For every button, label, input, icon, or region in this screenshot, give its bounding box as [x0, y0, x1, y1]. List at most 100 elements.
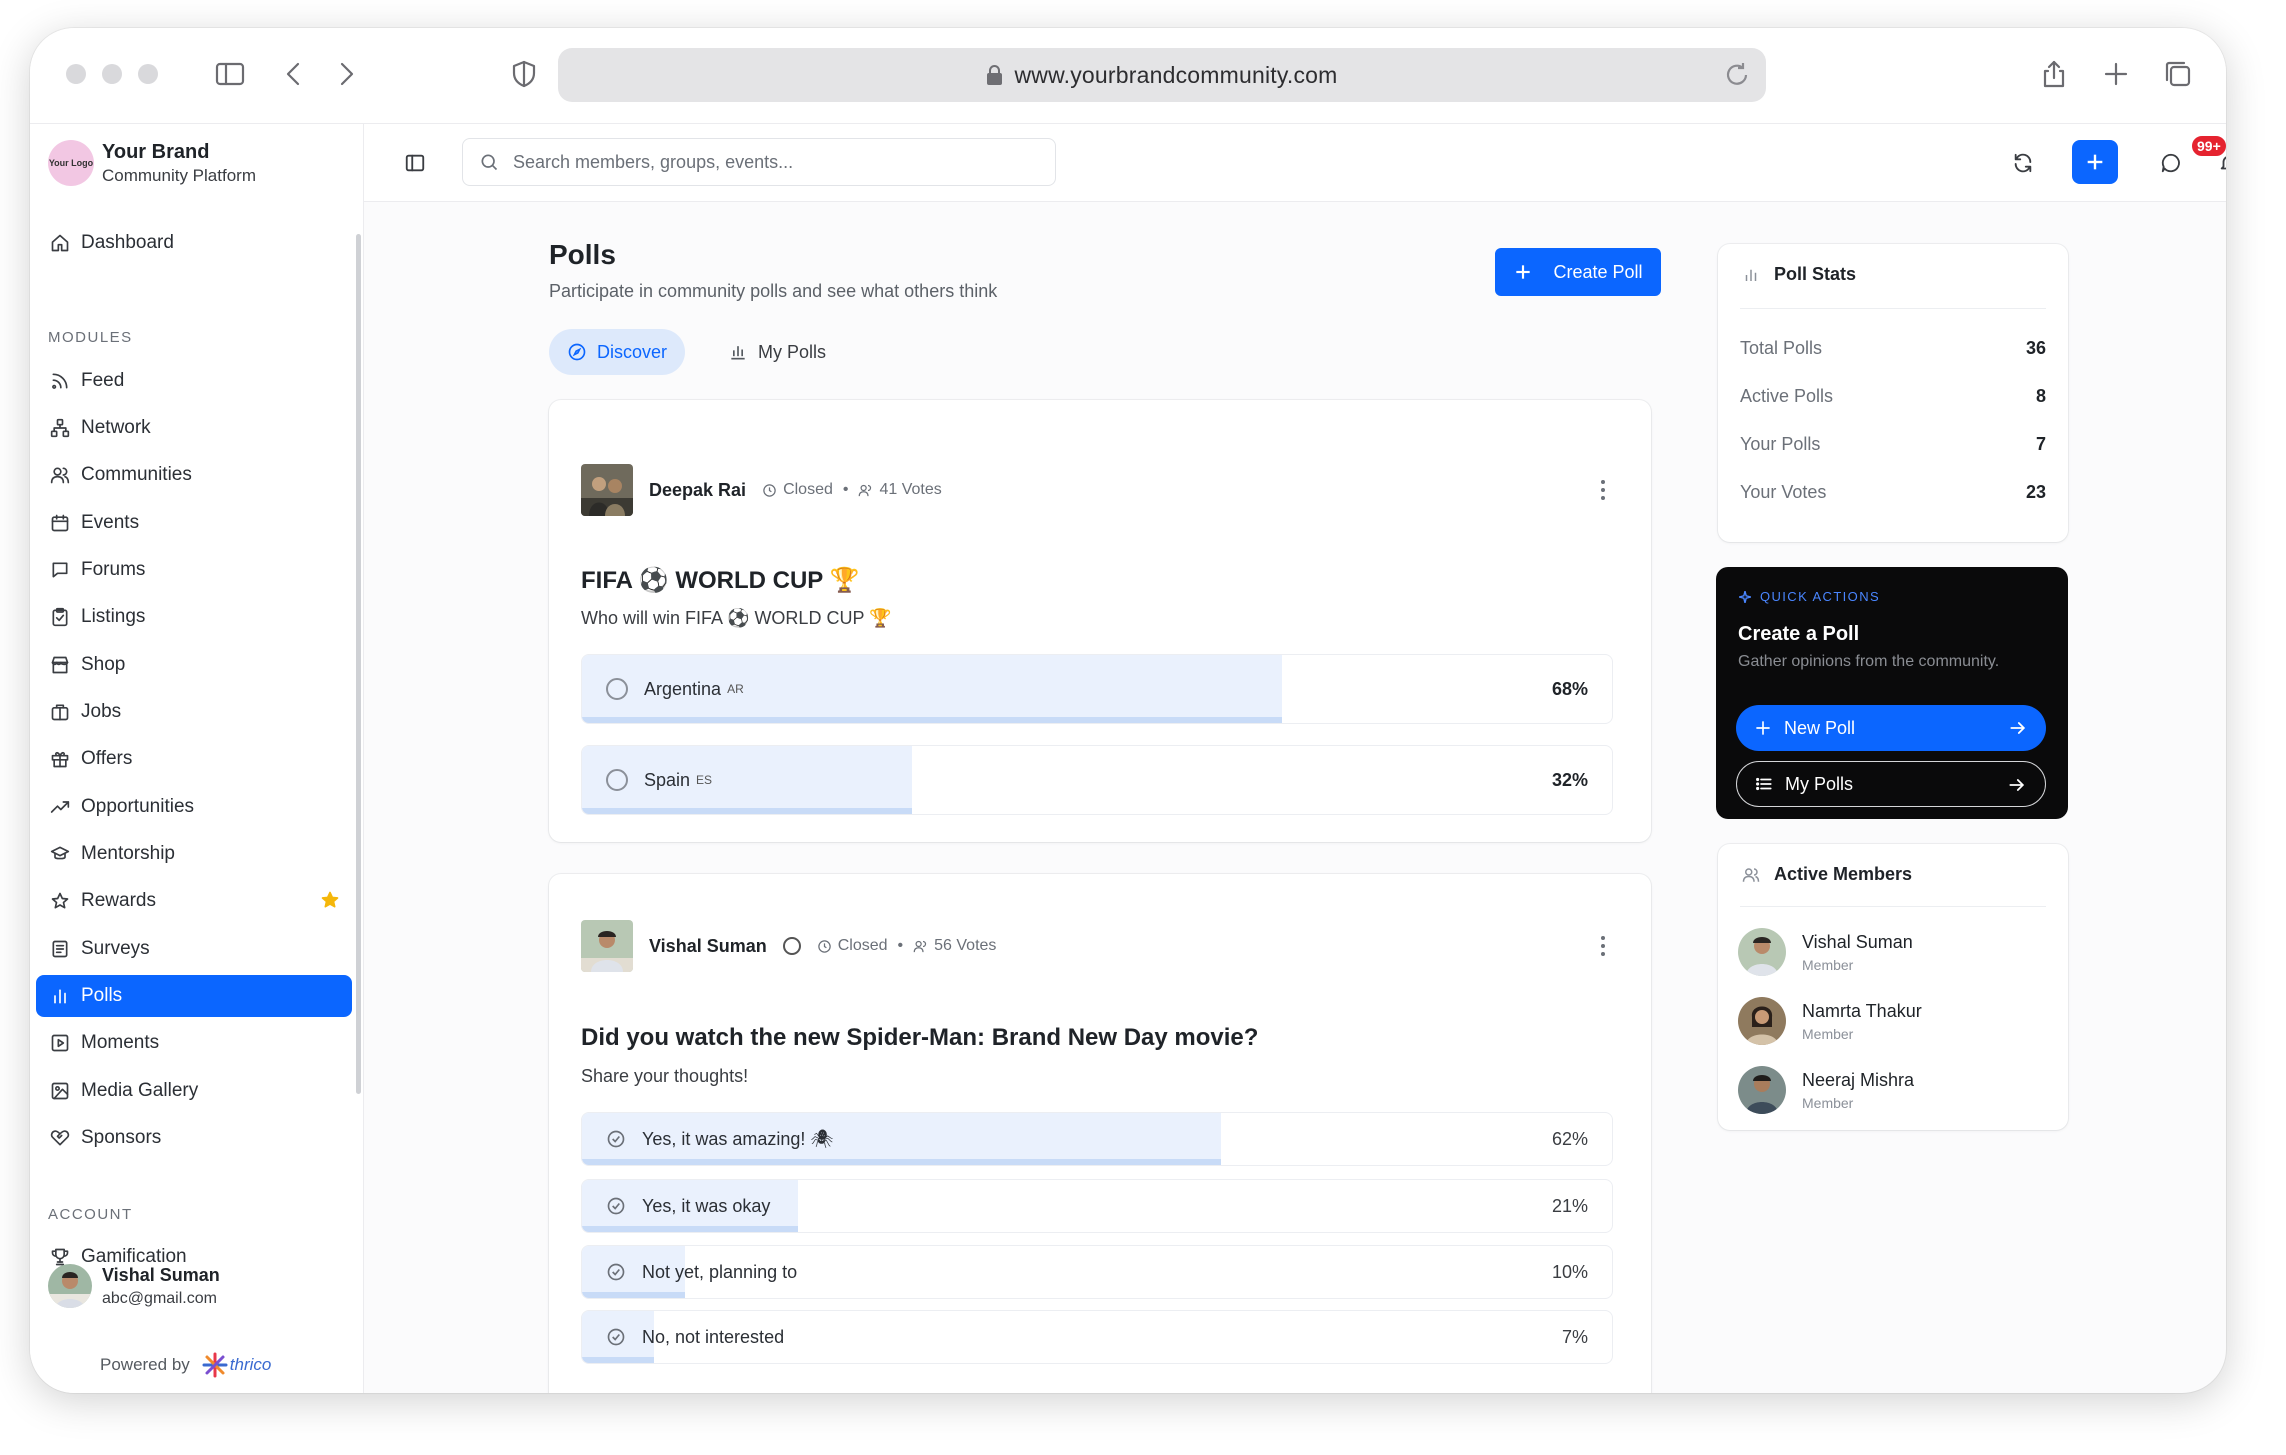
sidebar: Your Logo Your Brand Community Platform … — [30, 124, 364, 1393]
sidebar-item-sponsors[interactable]: Sponsors — [36, 1117, 352, 1159]
sidebar-item-network[interactable]: Network — [36, 407, 352, 449]
featured-star-icon — [321, 891, 339, 908]
sidebar-item-label: Media Gallery — [81, 1080, 199, 1101]
thrico-logo[interactable]: thrico — [202, 1352, 271, 1378]
tab-my-polls[interactable]: My Polls — [710, 329, 844, 375]
sidebar-item-jobs[interactable]: Jobs — [36, 691, 352, 733]
brand[interactable]: Your Logo Your Brand Community Platform — [48, 140, 256, 186]
poll-option[interactable]: Argentina AR 68% — [581, 654, 1613, 724]
quick-actions-label-text: QUICK ACTIONS — [1760, 589, 1881, 604]
sidebar-item-polls[interactable]: Polls — [36, 975, 352, 1017]
member-role: Member — [1802, 956, 1854, 973]
refresh-icon[interactable] — [2004, 144, 2042, 182]
bar-chart-icon — [1745, 269, 1757, 281]
author-avatar[interactable] — [581, 464, 633, 516]
poll-option[interactable]: Not yet, planning to 10% — [581, 1245, 1613, 1299]
clipboard-icon — [52, 607, 68, 627]
create-poll-button[interactable]: Create Poll — [1495, 248, 1661, 296]
poll-author[interactable]: Vishal Suman — [649, 936, 767, 957]
sidebar-item-label: Events — [81, 512, 140, 533]
play-icon — [51, 1034, 69, 1052]
plus-icon — [1516, 265, 1531, 279]
member-item[interactable]: Neeraj Mishra Member — [1738, 1066, 1914, 1114]
member-item[interactable]: Vishal Suman Member — [1738, 928, 1913, 976]
sidebar-item-listings[interactable]: Listings — [36, 596, 352, 638]
avatar — [1738, 928, 1786, 976]
radio-icon[interactable] — [606, 769, 628, 791]
poll-option[interactable]: No, not interested 7% — [581, 1310, 1613, 1364]
poll-more-icon[interactable] — [1601, 936, 1607, 956]
stat-row-your-polls: Your Polls 7 — [1740, 434, 2046, 455]
messages-icon[interactable] — [2152, 144, 2190, 182]
list-icon — [1756, 777, 1772, 791]
sidebar-toggle-icon[interactable] — [210, 54, 250, 94]
sidebar-item-mentorship[interactable]: Mentorship — [36, 833, 352, 875]
shield-icon[interactable] — [504, 54, 544, 94]
sidebar-item-dashboard[interactable]: Dashboard — [36, 222, 352, 264]
status-circle-icon — [782, 937, 801, 955]
address-bar[interactable]: www.yourbrandcommunity.com — [558, 48, 1766, 102]
plus-icon — [2087, 154, 2103, 170]
sidebar-item-opportunities[interactable]: Opportunities — [36, 786, 352, 828]
arrow-right-icon — [2010, 722, 2025, 734]
tabs-overview-icon[interactable] — [2158, 54, 2198, 94]
quick-actions-card: QUICK ACTIONS Create a Poll Gather opini… — [1716, 567, 2068, 819]
poll-more-icon[interactable] — [1601, 480, 1607, 500]
close-window-button[interactable] — [66, 64, 86, 84]
sidebar-item-surveys[interactable]: Surveys — [36, 928, 352, 970]
sidebar-item-moments[interactable]: Moments — [36, 1022, 352, 1064]
account-section-label: ACCOUNT — [48, 1206, 133, 1223]
poll-author[interactable]: Deepak Rai — [649, 480, 746, 501]
share-icon[interactable] — [2034, 54, 2074, 94]
option-label: Not yet, planning to — [642, 1261, 798, 1282]
zoom-window-button[interactable] — [138, 64, 158, 84]
poll-option[interactable]: Yes, it was amazing! 🕷 62% — [581, 1112, 1613, 1166]
quick-actions-subtitle: Gather opinions from the community. — [1738, 653, 2000, 670]
calendar-icon — [51, 514, 69, 532]
sidebar-item-label: Rewards — [81, 890, 156, 911]
poll-option[interactable]: Yes, it was okay 21% — [581, 1179, 1613, 1233]
tab-discover[interactable]: Discover — [549, 329, 686, 375]
forward-icon[interactable] — [326, 54, 366, 94]
current-user-card[interactable]: Vishal Suman abc@gmail.com — [48, 1264, 220, 1308]
sidebar-item-offers[interactable]: Offers — [36, 738, 352, 780]
poll-option[interactable]: Spain ES 32% — [581, 745, 1613, 815]
poll-meta: Closed • 41 Votes — [762, 481, 942, 499]
sidebar-item-label: Mentorship — [81, 843, 175, 864]
stat-label: Total Polls — [1740, 338, 1823, 358]
search-input[interactable]: Search members, groups, events... — [462, 138, 1056, 186]
lock-icon — [986, 65, 1003, 85]
sidebar-item-shop[interactable]: Shop — [36, 644, 352, 686]
browser-window: www.yourbrandcommunity.com Your Logo You… — [30, 28, 2226, 1393]
page-title: Polls — [549, 239, 616, 270]
option-label: No, not interested — [642, 1326, 785, 1347]
sidebar-item-label: Network — [81, 417, 151, 438]
brand-name: Your Brand — [102, 140, 210, 163]
sidebar-item-forums[interactable]: Forums — [36, 549, 352, 591]
member-item[interactable]: Namrta Thakur Member — [1738, 997, 1922, 1045]
reload-icon[interactable] — [1722, 60, 1752, 90]
my-polls-button[interactable]: My Polls — [1736, 761, 2046, 807]
sidebar-item-communities[interactable]: Communities — [36, 454, 352, 496]
collapse-sidebar-icon[interactable] — [396, 144, 434, 182]
back-icon[interactable] — [274, 54, 314, 94]
clock-icon — [817, 939, 831, 953]
create-button[interactable] — [2072, 140, 2118, 184]
option-percent: 68% — [1551, 678, 1588, 699]
new-poll-button[interactable]: New Poll — [1736, 705, 2046, 751]
create-poll-label: Create Poll — [1553, 261, 1643, 282]
radio-icon[interactable] — [606, 678, 628, 700]
sidebar-item-feed[interactable]: Feed — [36, 360, 352, 402]
sidebar-item-label: Dashboard — [81, 232, 174, 253]
author-avatar[interactable] — [581, 920, 633, 972]
sidebar-scrollbar[interactable] — [356, 234, 361, 1094]
minimize-window-button[interactable] — [102, 64, 122, 84]
member-name: Namrta Thakur — [1802, 1000, 1922, 1021]
thrico-star-icon — [202, 1352, 228, 1378]
poll-header: Deepak Rai Closed • 41 Votes — [581, 464, 942, 516]
sidebar-item-events[interactable]: Events — [36, 502, 352, 544]
sidebar-item-rewards[interactable]: Rewards — [36, 880, 352, 922]
new-tab-icon[interactable] — [2096, 54, 2136, 94]
sidebar-item-media-gallery[interactable]: Media Gallery — [36, 1070, 352, 1112]
poll-card: Vishal Suman Closed • 56 Votes Did you w… — [549, 874, 1651, 1393]
